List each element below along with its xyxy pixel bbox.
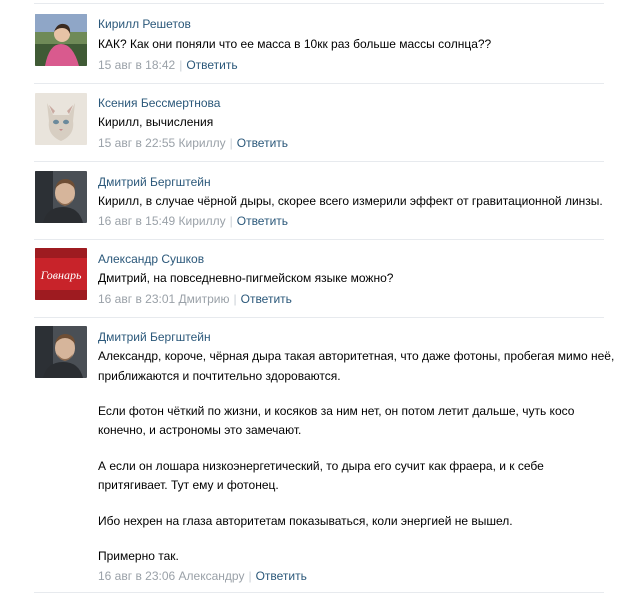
- separator: |: [229, 136, 233, 150]
- comment-text: Кирилл, вычисления: [98, 115, 214, 129]
- comment-date[interactable]: 15 авг в 18:42: [98, 58, 175, 72]
- reply-button[interactable]: Ответить: [241, 292, 292, 306]
- divider: [34, 592, 604, 593]
- user-photo-woman-icon: [35, 14, 87, 66]
- man-photo-icon: [35, 171, 87, 223]
- comment-meta: 16 авг в 15:49 Кириллу | Ответить: [98, 214, 288, 228]
- comment-date[interactable]: 16 авг в 23:06: [98, 569, 175, 583]
- comment-text: КАК? Как они поняли что ее масса в 10кк …: [98, 37, 492, 51]
- avatar[interactable]: [35, 14, 87, 66]
- comment-author[interactable]: Кирилл Решетов: [98, 17, 191, 31]
- comment-meta: 16 авг в 23:06 Александру | Ответить: [98, 569, 307, 583]
- reply-to-link[interactable]: Кириллу: [179, 136, 226, 150]
- brand-logo-icon: Говнарь: [35, 248, 87, 300]
- comment-date[interactable]: 16 авг в 15:49: [98, 214, 175, 228]
- divider: [34, 239, 604, 240]
- reply-button[interactable]: Ответить: [237, 214, 288, 228]
- reply-button[interactable]: Ответить: [186, 58, 237, 72]
- man-photo-icon: [35, 326, 87, 378]
- comment-text: Кирилл, в случае чёрной дыры, скорее все…: [98, 194, 603, 208]
- logo-text: Говнарь: [40, 268, 82, 282]
- reply-button[interactable]: Ответить: [237, 136, 288, 150]
- comment-text: Дмитрий, на повседневно-пигмейском языке…: [98, 271, 394, 285]
- separator: |: [248, 569, 252, 583]
- divider: [34, 3, 604, 4]
- comment-text-line: приближаются и почтительно здороваются.: [98, 369, 341, 383]
- divider: [34, 317, 604, 318]
- comment-text-line: Ибо нехрен на глаза авторитетам показыва…: [98, 514, 513, 528]
- avatar[interactable]: [35, 93, 87, 145]
- comment-text-line: Примерно так.: [98, 549, 179, 563]
- cat-photo-icon: [35, 93, 87, 145]
- comment-text-line: Если фотон чёткий по жизни, и косяков за…: [98, 404, 575, 418]
- reply-to-link[interactable]: Кириллу: [179, 214, 226, 228]
- comments-feed: Кирилл Решетов КАК? Как они поняли что е…: [0, 0, 620, 594]
- separator: |: [229, 214, 233, 228]
- comment-date[interactable]: 16 авг в 23:01: [98, 292, 175, 306]
- reply-to-link[interactable]: Дмитрию: [179, 292, 230, 306]
- reply-to-link[interactable]: Александру: [179, 569, 245, 583]
- comment-author[interactable]: Дмитрий Бергштейн: [98, 330, 211, 344]
- divider: [34, 161, 604, 162]
- comment-text-line: Александр, короче, чёрная дыра такая авт…: [98, 349, 615, 363]
- avatar[interactable]: [35, 171, 87, 223]
- separator: |: [179, 58, 183, 72]
- comment-author[interactable]: Дмитрий Бергштейн: [98, 175, 211, 189]
- separator: |: [233, 292, 237, 306]
- comment-meta: 15 авг в 22:55 Кириллу | Ответить: [98, 136, 288, 150]
- comment-date[interactable]: 15 авг в 22:55: [98, 136, 175, 150]
- comment-text-line: А если он лошара низкоэнергетический, то…: [98, 459, 544, 473]
- comment-author[interactable]: Ксения Бессмертнова: [98, 96, 220, 110]
- comment-author[interactable]: Александр Сушков: [98, 252, 204, 266]
- avatar[interactable]: Говнарь: [35, 248, 87, 300]
- comment-meta: 15 авг в 18:42 | Ответить: [98, 58, 238, 72]
- comment-text-line: конечно, и астрономы это замечают.: [98, 423, 302, 437]
- comment-meta: 16 авг в 23:01 Дмитрию | Ответить: [98, 292, 292, 306]
- avatar[interactable]: [35, 326, 87, 378]
- comment-text-line: притягивает. Тут ему и фотонец.: [98, 478, 279, 492]
- reply-button[interactable]: Ответить: [256, 569, 307, 583]
- divider: [34, 83, 604, 84]
